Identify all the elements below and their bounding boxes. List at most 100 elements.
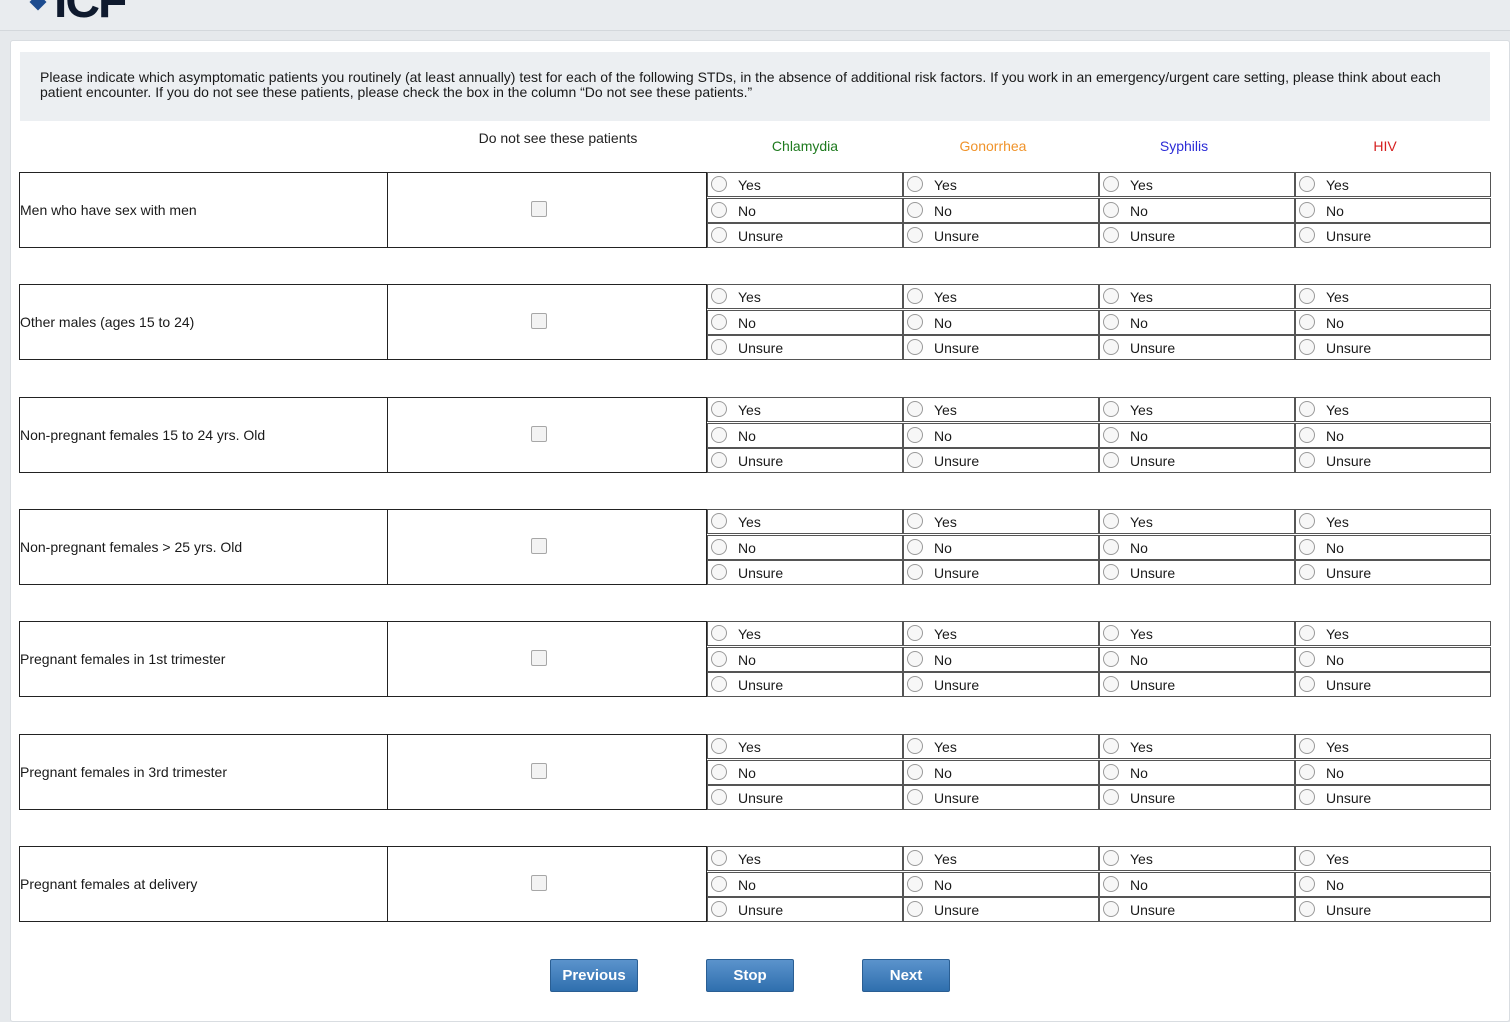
syphilis-option-no[interactable]: No: [1099, 759, 1295, 785]
radio-button-icon[interactable]: [1299, 738, 1315, 754]
radio-button-icon[interactable]: [1103, 426, 1119, 443]
gonorrhea-option-unsure[interactable]: Unsure: [903, 223, 1099, 248]
chlamydia-option-yes[interactable]: Yes: [707, 621, 903, 646]
radio-button-icon[interactable]: [907, 676, 923, 692]
radio-button-icon[interactable]: [711, 176, 727, 192]
syphilis-option-no[interactable]: No: [1099, 309, 1295, 335]
syphilis-option-yes[interactable]: Yes: [1099, 397, 1295, 422]
hiv-option-yes[interactable]: Yes: [1295, 284, 1491, 309]
radio-button-icon[interactable]: [1299, 201, 1315, 218]
radio-button-icon[interactable]: [1103, 538, 1119, 555]
do-not-see-checkbox[interactable]: [531, 426, 547, 442]
chlamydia-option-yes[interactable]: Yes: [707, 509, 903, 534]
chlamydia-option-unsure[interactable]: Unsure: [707, 897, 903, 922]
syphilis-option-yes[interactable]: Yes: [1099, 734, 1295, 759]
radio-button-icon[interactable]: [1103, 650, 1119, 667]
radio-button-icon[interactable]: [907, 401, 923, 417]
syphilis-option-unsure[interactable]: Unsure: [1099, 897, 1295, 922]
radio-button-icon[interactable]: [1103, 288, 1119, 304]
do-not-see-checkbox[interactable]: [531, 875, 547, 891]
radio-button-icon[interactable]: [907, 763, 923, 780]
do-not-see-checkbox[interactable]: [531, 201, 547, 217]
hiv-option-yes[interactable]: Yes: [1295, 172, 1491, 197]
radio-button-icon[interactable]: [1299, 426, 1315, 443]
gonorrhea-option-yes[interactable]: Yes: [903, 846, 1099, 871]
syphilis-option-unsure[interactable]: Unsure: [1099, 223, 1295, 248]
hiv-option-unsure[interactable]: Unsure: [1295, 897, 1491, 922]
gonorrhea-option-no[interactable]: No: [903, 646, 1099, 672]
hiv-option-no[interactable]: No: [1295, 309, 1491, 335]
chlamydia-option-unsure[interactable]: Unsure: [707, 223, 903, 248]
chlamydia-option-yes[interactable]: Yes: [707, 284, 903, 309]
radio-button-icon[interactable]: [1299, 176, 1315, 192]
radio-button-icon[interactable]: [907, 538, 923, 555]
radio-button-icon[interactable]: [1299, 901, 1315, 917]
gonorrhea-option-yes[interactable]: Yes: [903, 172, 1099, 197]
radio-button-icon[interactable]: [1103, 676, 1119, 692]
hiv-option-unsure[interactable]: Unsure: [1295, 785, 1491, 810]
radio-button-icon[interactable]: [1299, 401, 1315, 417]
radio-button-icon[interactable]: [1103, 901, 1119, 917]
radio-button-icon[interactable]: [907, 288, 923, 304]
radio-button-icon[interactable]: [711, 650, 727, 667]
gonorrhea-option-unsure[interactable]: Unsure: [903, 560, 1099, 585]
chlamydia-option-unsure[interactable]: Unsure: [707, 560, 903, 585]
radio-button-icon[interactable]: [1299, 538, 1315, 555]
radio-button-icon[interactable]: [1103, 738, 1119, 754]
hiv-option-unsure[interactable]: Unsure: [1295, 672, 1491, 697]
hiv-option-yes[interactable]: Yes: [1295, 734, 1491, 759]
radio-button-icon[interactable]: [1103, 513, 1119, 529]
radio-button-icon[interactable]: [1299, 789, 1315, 805]
gonorrhea-option-unsure[interactable]: Unsure: [903, 672, 1099, 697]
hiv-option-yes[interactable]: Yes: [1295, 397, 1491, 422]
radio-button-icon[interactable]: [1103, 875, 1119, 892]
syphilis-option-unsure[interactable]: Unsure: [1099, 448, 1295, 473]
radio-button-icon[interactable]: [711, 738, 727, 754]
radio-button-icon[interactable]: [907, 789, 923, 805]
radio-button-icon[interactable]: [907, 564, 923, 580]
radio-button-icon[interactable]: [907, 625, 923, 641]
gonorrhea-option-no[interactable]: No: [903, 871, 1099, 897]
radio-button-icon[interactable]: [711, 201, 727, 218]
radio-button-icon[interactable]: [711, 426, 727, 443]
radio-button-icon[interactable]: [907, 426, 923, 443]
radio-button-icon[interactable]: [1299, 564, 1315, 580]
radio-button-icon[interactable]: [1299, 339, 1315, 355]
radio-button-icon[interactable]: [711, 901, 727, 917]
radio-button-icon[interactable]: [1103, 339, 1119, 355]
do-not-see-checkbox[interactable]: [531, 763, 547, 779]
radio-button-icon[interactable]: [711, 339, 727, 355]
gonorrhea-option-no[interactable]: No: [903, 759, 1099, 785]
radio-button-icon[interactable]: [907, 875, 923, 892]
radio-button-icon[interactable]: [907, 452, 923, 468]
radio-button-icon[interactable]: [1103, 176, 1119, 192]
radio-button-icon[interactable]: [1299, 452, 1315, 468]
hiv-option-unsure[interactable]: Unsure: [1295, 560, 1491, 585]
syphilis-option-yes[interactable]: Yes: [1099, 284, 1295, 309]
hiv-option-no[interactable]: No: [1295, 422, 1491, 448]
gonorrhea-option-yes[interactable]: Yes: [903, 397, 1099, 422]
radio-button-icon[interactable]: [907, 513, 923, 529]
syphilis-option-yes[interactable]: Yes: [1099, 509, 1295, 534]
radio-button-icon[interactable]: [907, 901, 923, 917]
chlamydia-option-no[interactable]: No: [707, 871, 903, 897]
chlamydia-option-yes[interactable]: Yes: [707, 846, 903, 871]
radio-button-icon[interactable]: [1299, 288, 1315, 304]
gonorrhea-option-yes[interactable]: Yes: [903, 509, 1099, 534]
hiv-option-no[interactable]: No: [1295, 646, 1491, 672]
chlamydia-option-no[interactable]: No: [707, 309, 903, 335]
gonorrhea-option-no[interactable]: No: [903, 422, 1099, 448]
radio-button-icon[interactable]: [711, 625, 727, 641]
chlamydia-option-no[interactable]: No: [707, 422, 903, 448]
radio-button-icon[interactable]: [1299, 763, 1315, 780]
gonorrhea-option-unsure[interactable]: Unsure: [903, 448, 1099, 473]
gonorrhea-option-yes[interactable]: Yes: [903, 621, 1099, 646]
radio-button-icon[interactable]: [1103, 564, 1119, 580]
radio-button-icon[interactable]: [907, 339, 923, 355]
radio-button-icon[interactable]: [1103, 763, 1119, 780]
radio-button-icon[interactable]: [711, 676, 727, 692]
radio-button-icon[interactable]: [907, 176, 923, 192]
syphilis-option-unsure[interactable]: Unsure: [1099, 560, 1295, 585]
chlamydia-option-no[interactable]: No: [707, 534, 903, 560]
syphilis-option-unsure[interactable]: Unsure: [1099, 335, 1295, 360]
